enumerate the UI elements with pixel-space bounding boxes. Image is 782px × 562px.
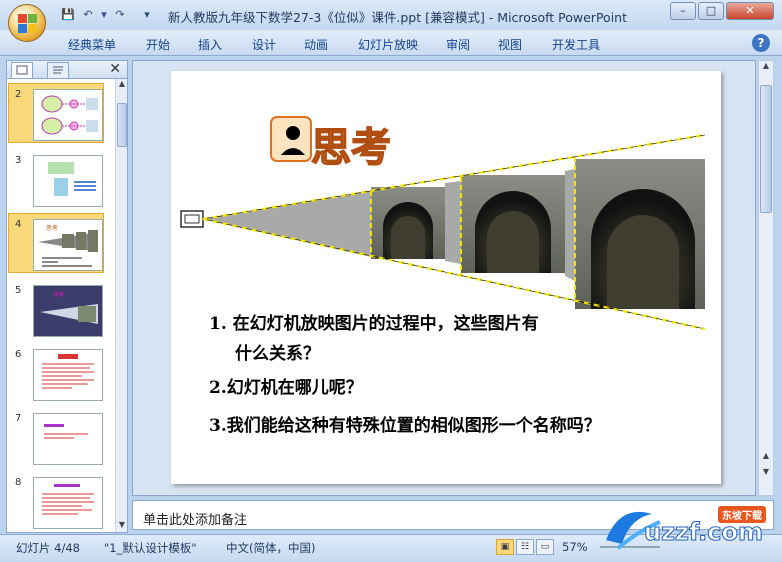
slide-thumbnail-7[interactable]: 7 bbox=[13, 411, 107, 469]
slide-preview bbox=[33, 413, 103, 465]
tunnel-image-large bbox=[575, 159, 705, 309]
slide-thumbnail-4[interactable]: 4 思考 bbox=[8, 213, 107, 277]
slide-editor: 思考 1. 在幻灯机放映图片的过程中，这些图片有 什么关系？ 2.幻灯机在哪儿呢… bbox=[132, 60, 756, 496]
question-2: 2.幻灯机在哪儿呢？ bbox=[209, 378, 363, 398]
slide-number: 7 bbox=[15, 413, 22, 424]
help-icon[interactable]: ? bbox=[752, 34, 770, 52]
slide-number: 5 bbox=[15, 285, 22, 296]
slide-sorter-view-button[interactable]: ☷ bbox=[516, 539, 534, 555]
tab-classic-menu[interactable]: 经典菜单 bbox=[68, 36, 116, 53]
slide-5-preview-image: 思考 bbox=[34, 286, 102, 336]
watermark-badge: 东坡下载 bbox=[718, 506, 766, 523]
tunnel-image-medium bbox=[461, 175, 565, 273]
current-slide[interactable]: 思考 1. 在幻灯机放映图片的过程中，这些图片有 什么关系？ 2.幻灯机在哪儿呢… bbox=[171, 71, 721, 484]
close-panel-icon[interactable]: ✕ bbox=[109, 61, 121, 77]
tab-developer[interactable]: 开发工具 bbox=[552, 36, 600, 53]
slide-number: 2 bbox=[15, 89, 22, 100]
slide-show-view-button[interactable]: ▭ bbox=[536, 539, 554, 555]
slide-preview bbox=[33, 477, 103, 529]
projector-icon bbox=[180, 210, 204, 228]
slide-counter: 幻灯片 4/48 bbox=[16, 541, 80, 555]
slide-heading: 思考 bbox=[310, 124, 392, 172]
zoom-level[interactable]: 57% bbox=[562, 540, 588, 554]
save-icon[interactable]: 💾 bbox=[60, 7, 76, 23]
panel-tabs: ✕ bbox=[7, 61, 127, 79]
question-3: 3.我们能给这种有特殊位置的相似图形一个名称吗？ bbox=[209, 416, 601, 436]
scroll-up-icon[interactable]: ▲ bbox=[759, 61, 773, 75]
tab-insert[interactable]: 插入 bbox=[198, 36, 222, 53]
slide-thumbnail-3[interactable]: 3 bbox=[13, 153, 107, 211]
question-1-line-1: 1. 在幻灯机放映图片的过程中，这些图片有 bbox=[209, 314, 539, 334]
title-bar: 💾 ↶ ▾ ↷ ▾ 新人教版九年级下数学27-3《位似》课件.ppt [兼容模式… bbox=[0, 0, 782, 30]
office-button[interactable] bbox=[8, 4, 46, 42]
svg-text:思考: 思考 bbox=[54, 292, 64, 298]
slide-7-preview-image bbox=[44, 424, 88, 439]
language-indicator[interactable]: 中文(简体，中国) bbox=[226, 540, 315, 556]
scroll-thumb[interactable] bbox=[117, 103, 127, 147]
tab-slide-show[interactable]: 幻灯片放映 bbox=[358, 36, 418, 53]
slide-preview bbox=[33, 349, 103, 401]
slide-2-preview-image bbox=[41, 95, 98, 135]
slide-preview bbox=[33, 155, 103, 207]
slide-thumbnail-2[interactable]: 2 bbox=[8, 83, 107, 147]
slide-4-preview-image: 思考 bbox=[38, 224, 98, 267]
question-1-line-2: 什么关系？ bbox=[235, 344, 320, 364]
tab-home[interactable]: 开始 bbox=[146, 36, 170, 53]
editor-scrollbar[interactable]: ▲ ▲ ▼ bbox=[758, 60, 774, 496]
slides-panel: ✕ 2 3 4 思考 5 思考 6 7 8 ▲ ▼ bbox=[6, 60, 128, 533]
close-button[interactable]: ✕ bbox=[726, 2, 774, 20]
slides-panel-scrollbar[interactable]: ▲ ▼ bbox=[115, 79, 127, 532]
tab-view[interactable]: 视图 bbox=[498, 36, 522, 53]
tunnel-image-small bbox=[371, 187, 445, 259]
slides-tab[interactable] bbox=[11, 62, 33, 78]
thinking-figure-icon bbox=[270, 116, 312, 162]
slide-thumbnail-6[interactable]: 6 bbox=[13, 347, 107, 405]
slide-number: 8 bbox=[15, 477, 22, 488]
tab-review[interactable]: 审阅 bbox=[446, 36, 470, 53]
normal-view-button[interactable]: ▣ bbox=[496, 539, 514, 555]
maximize-button[interactable]: □ bbox=[698, 2, 724, 20]
slide-preview: 思考 bbox=[33, 285, 103, 337]
slide-thumbnail-5[interactable]: 5 思考 bbox=[13, 283, 107, 341]
slide-number: 4 bbox=[15, 219, 22, 230]
outline-tab[interactable] bbox=[47, 62, 69, 78]
office-logo-icon bbox=[18, 14, 38, 34]
tab-animations[interactable]: 动画 bbox=[304, 36, 328, 53]
previous-slide-icon[interactable]: ▲ bbox=[759, 451, 773, 465]
slide-8-preview-image bbox=[42, 484, 94, 515]
tab-design[interactable]: 设计 bbox=[252, 36, 276, 53]
minimize-button[interactable]: – bbox=[670, 2, 696, 20]
redo-icon[interactable]: ↷ bbox=[112, 7, 128, 23]
scroll-up-icon[interactable]: ▲ bbox=[116, 79, 128, 91]
undo-icon[interactable]: ↶ bbox=[80, 7, 96, 23]
ribbon-tabs: 经典菜单 开始 插入 设计 动画 幻灯片放映 审阅 视图 开发工具 ? bbox=[0, 30, 782, 56]
slide-number: 3 bbox=[15, 155, 22, 166]
scroll-thumb[interactable] bbox=[760, 85, 772, 213]
outline-tab-icon bbox=[53, 66, 63, 74]
scroll-down-icon[interactable]: ▼ bbox=[116, 520, 128, 532]
theme-name: "1_默认设计模板" bbox=[104, 541, 197, 555]
window-title: 新人教版九年级下数学27-3《位似》课件.ppt [兼容模式] - Micros… bbox=[168, 10, 627, 25]
slide-preview: 思考 bbox=[33, 219, 103, 271]
slide-3-preview-image bbox=[48, 162, 96, 196]
slides-tab-icon bbox=[16, 65, 28, 75]
watermark-logo: uzzf.com 东坡下载 bbox=[600, 500, 780, 558]
slide-6-preview-image bbox=[42, 354, 94, 389]
quick-access-toolbar: 💾 ↶ ▾ ↷ ▾ bbox=[60, 7, 154, 23]
customize-toolbar-icon[interactable]: ▾ bbox=[140, 7, 154, 23]
slide-number: 6 bbox=[15, 349, 22, 360]
next-slide-icon[interactable]: ▼ bbox=[759, 467, 773, 481]
undo-dropdown-icon[interactable]: ▾ bbox=[100, 7, 108, 23]
svg-text:思考: 思考 bbox=[46, 224, 58, 232]
slide-thumbnail-8[interactable]: 8 bbox=[13, 475, 107, 533]
slide-preview bbox=[33, 89, 103, 141]
notes-placeholder: 单击此处添加备注 bbox=[143, 513, 248, 528]
